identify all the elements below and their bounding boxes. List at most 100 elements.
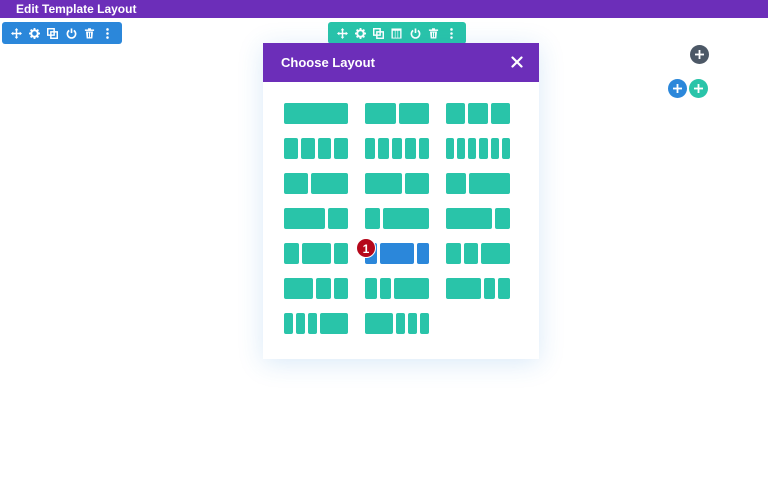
layout-column bbox=[490, 103, 510, 124]
layout-column bbox=[398, 103, 429, 124]
layout-column bbox=[407, 313, 417, 334]
close-icon[interactable] bbox=[511, 56, 523, 68]
columns-icon[interactable] bbox=[389, 25, 405, 41]
add-section-button[interactable] bbox=[690, 45, 709, 64]
layout-column bbox=[469, 173, 510, 194]
layout-column bbox=[483, 278, 496, 299]
layout-option-2-3_1-3[interactable] bbox=[284, 208, 348, 229]
layout-option-1-4_3-4[interactable] bbox=[365, 208, 429, 229]
layout-column bbox=[379, 278, 392, 299]
layout-column bbox=[284, 243, 299, 264]
layout-option-1-6_1-6_1-6_1-2[interactable] bbox=[284, 313, 348, 334]
layout-option-1-3x3[interactable] bbox=[446, 103, 510, 124]
layout-column bbox=[405, 138, 416, 159]
layout-option-1-2_1-2[interactable] bbox=[365, 103, 429, 124]
more-icon[interactable] bbox=[100, 25, 116, 41]
layout-column bbox=[311, 173, 348, 194]
power-icon[interactable] bbox=[63, 25, 79, 41]
layout-option-1-3_2-3[interactable] bbox=[446, 173, 510, 194]
layout-column bbox=[333, 278, 348, 299]
layout-option-2-5_3-5[interactable] bbox=[284, 173, 348, 194]
modal-header: Choose Layout bbox=[263, 43, 539, 82]
layout-column bbox=[365, 278, 377, 299]
plus-icon bbox=[673, 84, 682, 93]
layout-column bbox=[468, 103, 488, 124]
layout-column bbox=[317, 138, 332, 159]
layout-column bbox=[301, 243, 331, 264]
power-icon[interactable] bbox=[407, 25, 423, 41]
layout-column bbox=[284, 278, 313, 299]
layout-column bbox=[365, 173, 402, 194]
layout-column bbox=[490, 138, 499, 159]
layout-column bbox=[365, 313, 393, 334]
layout-column bbox=[300, 138, 315, 159]
layout-option-1-2_1-4_1-4[interactable] bbox=[284, 278, 348, 299]
layout-column bbox=[498, 278, 510, 299]
layout-column bbox=[320, 313, 348, 334]
choose-layout-modal: Choose Layout bbox=[263, 43, 539, 359]
layout-column bbox=[457, 138, 466, 159]
step-badge: 1 bbox=[356, 238, 376, 258]
layout-option-3-5_2-5[interactable] bbox=[365, 173, 429, 194]
top-bar: Edit Template Layout bbox=[0, 0, 768, 18]
layout-column bbox=[404, 173, 429, 194]
layout-option-1-4x4[interactable] bbox=[284, 138, 348, 159]
layout-column bbox=[284, 313, 294, 334]
layout-column bbox=[379, 243, 415, 264]
gear-icon[interactable] bbox=[352, 25, 368, 41]
section-toolbar bbox=[2, 22, 122, 44]
layout-column bbox=[365, 103, 396, 124]
trash-icon[interactable] bbox=[81, 25, 97, 41]
layout-column bbox=[479, 138, 488, 159]
layout-column bbox=[308, 313, 318, 334]
layout-column bbox=[284, 208, 325, 229]
layout-column bbox=[418, 138, 429, 159]
move-icon[interactable] bbox=[8, 25, 24, 41]
layout-option-1-2_1-6_1-6_1-6[interactable] bbox=[365, 313, 429, 334]
layout-option-1-5_1-5_3-5[interactable] bbox=[365, 278, 429, 299]
trash-icon[interactable] bbox=[426, 25, 442, 41]
plus-icon bbox=[695, 50, 704, 59]
layout-option-3-5_1-5_1-5[interactable] bbox=[446, 278, 510, 299]
modal-title: Choose Layout bbox=[281, 55, 375, 70]
layout-option-1-4_1-4_1-2[interactable] bbox=[446, 243, 510, 264]
layout-column bbox=[316, 278, 331, 299]
layout-column bbox=[383, 208, 429, 229]
layout-column bbox=[391, 138, 403, 159]
gear-icon[interactable] bbox=[26, 25, 42, 41]
layout-column bbox=[419, 313, 429, 334]
plus-icon bbox=[694, 84, 703, 93]
layout-column bbox=[501, 138, 510, 159]
move-icon[interactable] bbox=[334, 25, 350, 41]
layout-option-1[interactable] bbox=[284, 103, 348, 124]
layout-option-1-4_1-2_1-4[interactable] bbox=[284, 243, 348, 264]
layout-column bbox=[494, 208, 510, 229]
layout-column bbox=[446, 173, 467, 194]
layout-column bbox=[463, 243, 478, 264]
more-icon[interactable] bbox=[444, 25, 460, 41]
layout-column bbox=[481, 243, 510, 264]
layout-column bbox=[327, 208, 348, 229]
row-toolbar bbox=[328, 22, 466, 44]
layout-column bbox=[446, 103, 466, 124]
layout-column bbox=[284, 173, 309, 194]
duplicate-icon[interactable] bbox=[45, 25, 61, 41]
layout-column bbox=[446, 138, 455, 159]
add-row-button[interactable] bbox=[668, 79, 687, 98]
layout-column bbox=[446, 208, 492, 229]
layout-column bbox=[446, 243, 461, 264]
duplicate-icon[interactable] bbox=[371, 25, 387, 41]
layout-column bbox=[365, 208, 381, 229]
layout-column bbox=[284, 103, 348, 124]
layout-column bbox=[296, 313, 306, 334]
layout-option-1-6x6[interactable] bbox=[446, 138, 510, 159]
layout-column bbox=[284, 138, 298, 159]
layout-column bbox=[417, 243, 429, 264]
layout-option-3-4_1-4[interactable] bbox=[446, 208, 510, 229]
layout-option-1-5x5[interactable] bbox=[365, 138, 429, 159]
layout-column bbox=[446, 278, 481, 299]
add-module-button[interactable] bbox=[689, 79, 708, 98]
layout-column bbox=[468, 138, 477, 159]
layout-column bbox=[394, 278, 429, 299]
layout-column bbox=[395, 313, 405, 334]
